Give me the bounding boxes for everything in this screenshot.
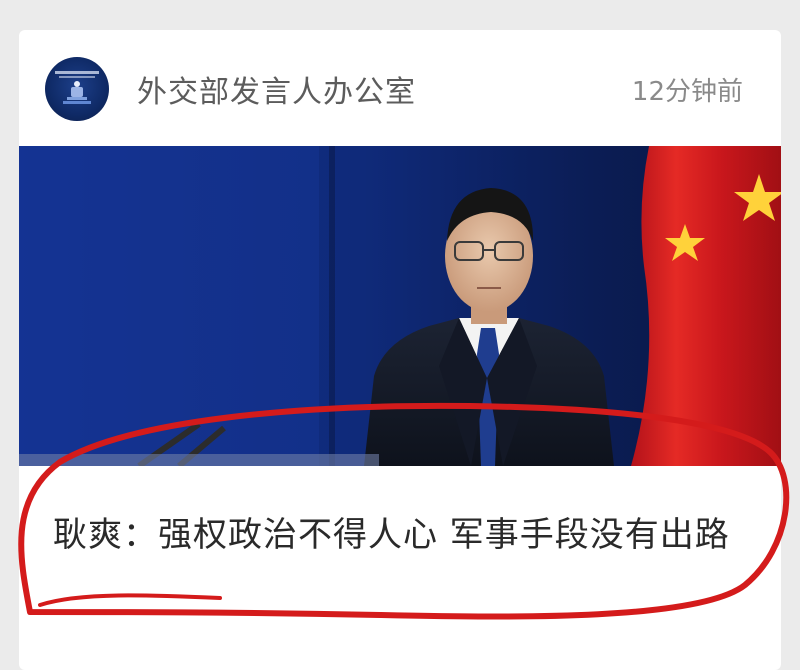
- article-thumbnail[interactable]: [19, 146, 781, 466]
- ministry-emblem-icon: [55, 71, 99, 104]
- article-card[interactable]: 外交部发言人办公室 12分钟前 耿爽：强权政治不得人心 军事手段没有出路: [19, 30, 781, 670]
- headline-area: 耿爽：强权政治不得人心 军事手段没有出路: [19, 466, 781, 616]
- card-header: 外交部发言人办公室 12分钟前: [19, 30, 781, 146]
- article-headline[interactable]: 耿爽：强权政治不得人心 军事手段没有出路: [53, 508, 753, 562]
- account-name[interactable]: 外交部发言人办公室: [137, 67, 416, 111]
- post-timestamp: 12分钟前: [631, 77, 743, 107]
- account-avatar[interactable]: [45, 57, 109, 121]
